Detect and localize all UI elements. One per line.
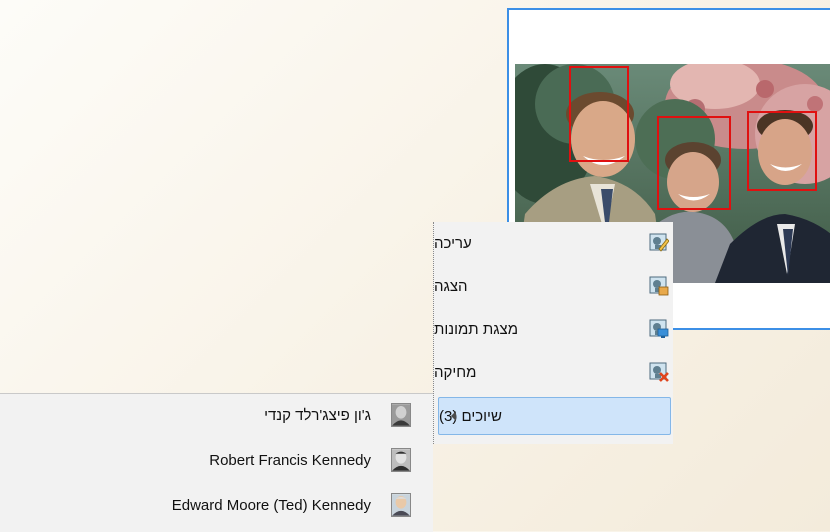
person-portrait-icon [391, 448, 411, 472]
context-menu: עריכה הצגה מצגת תמונות מחיקה שיוכים (3) [433, 222, 673, 444]
menu-item-label: עריכה [434, 234, 472, 252]
menu-item-view[interactable]: הצגה [434, 267, 674, 305]
menu-item-label: מצגת תמונות [434, 320, 519, 338]
menu-item-label: מחיקה [434, 363, 477, 381]
menu-item-delete[interactable]: מחיקה [434, 353, 674, 391]
slideshow-icon [649, 319, 669, 338]
photo-delete-icon [649, 362, 669, 382]
face-box-robert[interactable] [657, 116, 731, 210]
association-robert-kennedy[interactable]: Robert Francis Kennedy [0, 441, 433, 479]
menu-item-slideshow[interactable]: מצגת תמונות [434, 310, 674, 348]
photo-edit-icon [649, 233, 669, 252]
person-portrait-icon [391, 403, 411, 427]
association-edward-kennedy[interactable]: Edward Moore (Ted) Kennedy [0, 486, 433, 524]
menu-item-label: שיוכים (3) [439, 407, 502, 425]
association-name: Edward Moore (Ted) Kennedy [171, 496, 371, 514]
photo-view-icon [649, 276, 669, 296]
association-name: Robert Francis Kennedy [209, 451, 371, 469]
chevron-left-icon [451, 411, 456, 421]
association-name: ג'ון פיצג'רלד קנדי [264, 406, 371, 424]
associations-submenu: ג'ון פיצג'רלד קנדי Robert Francis Kenned… [0, 393, 433, 532]
menu-item-associations[interactable]: שיוכים (3) [438, 397, 671, 435]
face-box-john[interactable] [569, 66, 629, 162]
menu-item-edit[interactable]: עריכה [434, 224, 674, 262]
association-john-kennedy[interactable]: ג'ון פיצג'רלד קנדי [0, 396, 433, 434]
face-box-edward[interactable] [747, 111, 817, 191]
menu-item-label: הצגה [434, 277, 468, 295]
person-portrait-icon [391, 493, 411, 517]
